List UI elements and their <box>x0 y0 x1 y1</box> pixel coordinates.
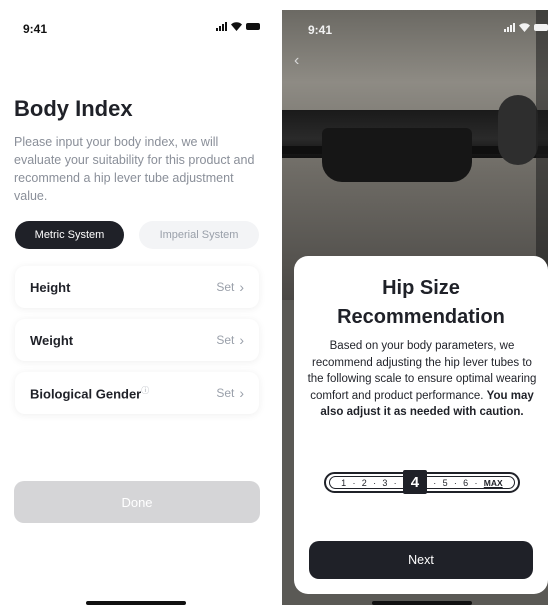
status-time: 9:41 <box>308 23 333 37</box>
info-icon[interactable]: ⓘ <box>141 386 149 395</box>
scale-mark: 2 <box>361 477 367 488</box>
scale-mark: 5 <box>442 477 448 488</box>
photo-pouch <box>322 128 472 182</box>
scale-max-mark: MAX <box>483 477 503 488</box>
status-icons <box>216 22 260 31</box>
hip-scale: 1 · 2 · 3 · 4 · 5 · 6 · MAX <box>324 470 520 494</box>
height-row[interactable]: Height Set › <box>15 266 259 308</box>
done-button[interactable]: Done <box>14 481 260 523</box>
home-indicator <box>86 601 186 605</box>
gender-label-wrap: Biological Genderⓘ <box>30 385 149 401</box>
sheet-title-line1: Hip Size <box>382 277 460 299</box>
height-set-label: Set <box>216 280 235 294</box>
signal-icon <box>504 23 515 32</box>
scale-mark: 6 <box>463 477 469 488</box>
height-label: Height <box>30 279 71 295</box>
back-chevron-icon[interactable]: ‹ <box>294 52 299 70</box>
weight-label: Weight <box>30 332 74 348</box>
weight-row[interactable]: Weight Set › <box>15 319 259 361</box>
status-bar: 9:41 <box>0 0 274 50</box>
page-description: Please input your body index, we will ev… <box>14 135 255 203</box>
gender-set-label: Set <box>216 386 235 400</box>
imperial-system-tab[interactable]: Imperial System <box>139 221 259 249</box>
hip-scale-track: 1 · 2 · 3 · 4 · 5 · 6 · MAX <box>329 470 515 494</box>
scale-mark: 3 <box>382 477 388 488</box>
chevron-right-icon: › <box>239 332 244 348</box>
chevron-right-icon: › <box>239 279 244 295</box>
status-time: 9:41 <box>23 22 48 36</box>
sheet-body: Based on your body parameters, we recomm… <box>306 338 538 421</box>
metric-system-tab[interactable]: Metric System <box>15 221 124 249</box>
sheet-title: Hip Size Recommendation <box>294 274 548 332</box>
wifi-icon <box>519 23 530 32</box>
scale-mark: 1 <box>341 477 347 488</box>
home-indicator <box>372 601 472 605</box>
weight-set-label: Set <box>216 333 235 347</box>
wifi-icon <box>231 22 242 31</box>
battery-icon <box>534 24 548 31</box>
next-button[interactable]: Next <box>309 541 533 579</box>
status-icons <box>504 23 548 32</box>
recommendation-sheet: Hip Size Recommendation Based on your bo… <box>294 256 548 594</box>
page-title: Body Index <box>14 96 133 121</box>
hip-size-screen: 9:41 ‹ Hip Size Recommendation Based on … <box>282 10 548 605</box>
battery-icon <box>246 23 260 30</box>
body-index-screen: 9:41 Body Index Please input your body i… <box>0 0 274 605</box>
sheet-title-line2: Recommendation <box>337 306 505 328</box>
signal-icon <box>216 22 227 31</box>
chevron-right-icon: › <box>239 385 244 401</box>
gender-set[interactable]: Set › <box>216 386 244 400</box>
gender-label: Biological Gender <box>30 386 142 402</box>
gender-row[interactable]: Biological Genderⓘ Set › <box>15 372 259 414</box>
weight-set[interactable]: Set › <box>216 333 244 347</box>
photo-hand <box>498 95 538 165</box>
height-set[interactable]: Set › <box>216 280 244 294</box>
scale-selected-mark: 4 <box>402 470 427 494</box>
